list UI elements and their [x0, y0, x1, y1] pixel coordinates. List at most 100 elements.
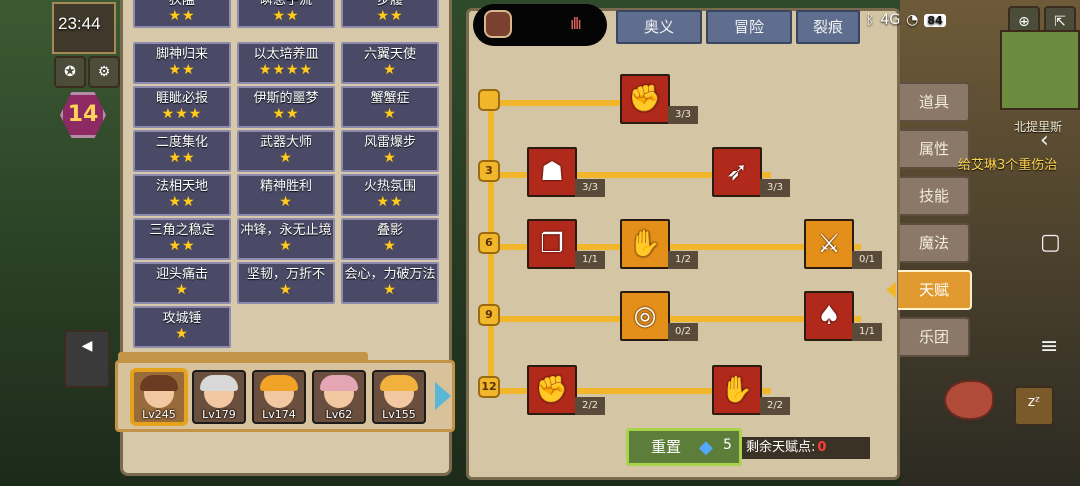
skill-cell-3[interactable]: 脚神归来 ★★ — [133, 42, 231, 84]
skill-name: 会心，力破万法 — [344, 267, 436, 282]
home-nav-icon[interactable]: ▢ — [1040, 230, 1061, 255]
skill-cell-18[interactable]: 迎头痛击 ★ — [133, 262, 231, 304]
back-nav-icon[interactable]: ‹ — [1040, 128, 1049, 153]
remaining-points: 剩余天赋点: 0 — [742, 437, 870, 459]
talent-node[interactable]: ✋ — [620, 219, 670, 269]
hero-bar: Lv245 Lv179 Lv174 Lv62 Lv155 — [115, 360, 455, 432]
minimap[interactable] — [1000, 30, 1080, 110]
talent-node[interactable]: ❐ — [527, 219, 577, 269]
currency-icon[interactable]: ✪ — [54, 56, 86, 88]
bat-wings-icon: ♠ — [817, 301, 841, 331]
hero-level: Lv174 — [262, 408, 296, 421]
app-icon — [484, 10, 512, 38]
talent-node[interactable]: ✊ — [620, 74, 670, 124]
talent-node[interactable]: ♠ — [804, 291, 854, 341]
hero-level: Lv155 — [382, 408, 416, 421]
talent-count: 1/1 — [575, 251, 605, 269]
skill-name: 迎头痛击 — [155, 267, 208, 282]
quest-text[interactable]: 给艾琳3个重伤治 — [958, 154, 1057, 173]
skill-cell-19[interactable]: 坚韧，万折不 ★ — [237, 262, 335, 304]
raised-fist-icon: ✊ — [535, 375, 569, 405]
side-tab-3[interactable]: 魔法 — [900, 223, 970, 263]
hero-portrait[interactable]: Lv62 — [312, 370, 366, 424]
ripple-icon: ◎ — [633, 301, 657, 331]
skill-name: 脚神归来 — [155, 47, 208, 62]
tab-0[interactable]: 奥义 — [616, 10, 702, 44]
side-tab-0[interactable]: 道具 — [900, 82, 970, 122]
tab-2[interactable]: 裂痕 — [796, 10, 860, 44]
skill-cell-13[interactable]: 精神胜利 ★ — [237, 174, 335, 216]
skill-cell-2[interactable]: 步履 ★★ — [341, 0, 439, 28]
skill-cell-21[interactable]: 攻城锤 ★ — [133, 306, 231, 348]
skill-name: 叠影 — [376, 223, 403, 238]
star-rating: ★★ — [168, 150, 196, 166]
skill-cell-14[interactable]: 火热氛围 ★★ — [341, 174, 439, 216]
skill-cell-11[interactable]: 风雷爆步 ★ — [341, 130, 439, 172]
star-rating: ★★ — [272, 106, 300, 122]
side-tab-2[interactable]: 技能 — [900, 176, 970, 216]
hero-level: Lv245 — [142, 408, 176, 421]
skill-cell-15[interactable]: 三角之稳定 ★★ — [133, 218, 231, 260]
meat-icon[interactable] — [944, 380, 994, 420]
skill-cell-5[interactable]: 六翼天使 ★ — [341, 42, 439, 84]
fist-strike-icon: ✋ — [628, 229, 662, 259]
skill-cell-17[interactable]: 叠影 ★ — [341, 218, 439, 260]
star-rating: ★★ — [168, 8, 196, 24]
skill-cell-10[interactable]: 武器大师 ★ — [237, 130, 335, 172]
network-label: 4G — [880, 12, 901, 28]
skill-cell-4[interactable]: 以太培养皿 ★★★★ — [237, 42, 335, 84]
skill-cell-12[interactable]: 法相天地 ★★ — [133, 174, 231, 216]
bluetooth-icon: ᛒ — [866, 12, 875, 28]
skill-cell-6[interactable]: 睚眦必报 ★★★ — [133, 86, 231, 128]
hero-hair — [380, 375, 418, 391]
sleep-icon[interactable]: zᶻ — [1014, 386, 1054, 426]
skill-cell-0[interactable]: 狭隘 ★★ — [133, 0, 231, 28]
skill-name: 攻城锤 — [162, 311, 202, 326]
talent-node[interactable]: ✋ — [712, 365, 762, 415]
wifi-icon: ◔ — [906, 12, 919, 28]
side-tab-4[interactable]: 天赋 — [898, 270, 972, 310]
back-arrow-icon[interactable]: ◀ — [64, 330, 110, 388]
hero-portrait[interactable]: Lv245 — [132, 370, 186, 424]
sword-slash-icon: ⚔ — [817, 229, 841, 259]
skill-cell-8[interactable]: 蟹蟹症 ★ — [341, 86, 439, 128]
skill-cell-9[interactable]: 二度集化 ★★ — [133, 130, 231, 172]
arm-wrestle-icon: ✊ — [628, 84, 662, 114]
talent-node[interactable]: ⚔ — [804, 219, 854, 269]
star-rating: ★ — [383, 150, 397, 166]
star-rating: ★★★★ — [258, 62, 314, 78]
star-rating: ★ — [279, 194, 293, 210]
skill-name: 火热氛围 — [363, 179, 416, 194]
hero-hair — [260, 375, 298, 391]
hero-level: Lv179 — [202, 408, 236, 421]
talent-node[interactable]: ➶ — [712, 147, 762, 197]
talent-count: 2/2 — [760, 397, 790, 415]
reset-label: 重置 — [651, 438, 682, 456]
next-hero-arrow-icon[interactable] — [435, 382, 451, 410]
menu-nav-icon[interactable]: ≡ — [1040, 334, 1058, 359]
talent-node[interactable]: ☗ — [527, 147, 577, 197]
talent-node[interactable]: ✊ — [527, 365, 577, 415]
star-rating: ★★★ — [161, 106, 203, 122]
side-tab-5[interactable]: 乐团 — [900, 317, 970, 357]
tier-marker: 12 — [478, 376, 500, 398]
talent-count: 0/1 — [852, 251, 882, 269]
hero-level: Lv62 — [325, 408, 353, 421]
skill-cell-7[interactable]: 伊斯的噩梦 ★★ — [237, 86, 335, 128]
hero-portrait[interactable]: Lv155 — [372, 370, 426, 424]
skill-cell-1[interactable]: 瞬息子流 ★★ — [237, 0, 335, 28]
tier-marker: 9 — [478, 304, 500, 326]
reset-button[interactable]: 重置 ◆ 5 — [626, 428, 742, 466]
active-tab-pointer-icon — [886, 282, 896, 298]
settings-icon[interactable]: ⚙ — [88, 56, 120, 88]
talent-node[interactable]: ◎ — [620, 291, 670, 341]
skill-cell-20[interactable]: 会心，力破万法 ★ — [341, 262, 439, 304]
tab-1[interactable]: 冒险 — [706, 10, 792, 44]
talent-count: 0/2 — [668, 323, 698, 341]
skill-cell-16[interactable]: 冲锋，永无止境 ★ — [237, 218, 335, 260]
skill-name: 坚韧，万折不 — [246, 267, 325, 282]
hero-portrait[interactable]: Lv179 — [192, 370, 246, 424]
hero-portrait[interactable]: Lv174 — [252, 370, 306, 424]
battery-level: 84 — [924, 13, 946, 27]
skill-name: 风雷爆步 — [363, 135, 416, 150]
